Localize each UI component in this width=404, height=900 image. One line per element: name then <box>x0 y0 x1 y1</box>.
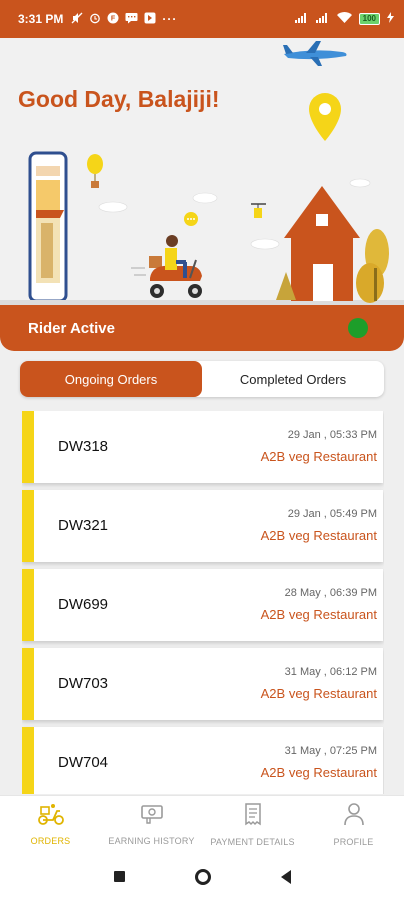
order-date: 29 Jan , 05:49 PM <box>287 508 377 520</box>
app-icon: F <box>107 12 119 27</box>
order-date: 31 May , 07:25 PM <box>284 745 377 757</box>
nav-earning-history-label: EARNING HISTORY <box>108 836 195 846</box>
order-card[interactable]: DW321 29 Jan , 05:49 PM A2B veg Restaura… <box>22 490 383 562</box>
nav-profile[interactable]: PROFILE <box>303 796 404 853</box>
person-icon <box>343 802 365 831</box>
order-card[interactable]: DW703 31 May , 06:12 PM A2B veg Restaura… <box>22 648 383 720</box>
nav-orders-label: ORDERS <box>30 836 71 846</box>
hero-banner: Good Day, Balajiji! <box>0 38 404 306</box>
orders-list: DW318 29 Jan , 05:33 PM A2B veg Restaura… <box>22 411 384 794</box>
recents-button[interactable] <box>113 871 125 882</box>
order-id: DW703 <box>58 675 109 692</box>
back-button[interactable] <box>280 869 291 884</box>
home-button[interactable] <box>194 868 211 885</box>
cash-icon <box>139 803 165 830</box>
more-icon: ··· <box>162 12 178 26</box>
signal-icon <box>294 12 309 26</box>
order-card[interactable]: DW699 28 May , 06:39 PM A2B veg Restaura… <box>22 569 383 641</box>
charging-icon <box>387 12 394 26</box>
order-card[interactable]: DW704 31 May , 07:25 PM A2B veg Restaura… <box>22 727 383 794</box>
order-restaurant: A2B veg Restaurant <box>260 686 377 701</box>
greeting-title: Good Day, Balajiji! <box>18 86 220 112</box>
order-restaurant: A2B veg Restaurant <box>260 607 377 622</box>
order-card[interactable]: DW318 29 Jan , 05:33 PM A2B veg Restaura… <box>22 411 383 483</box>
rider-status-bar: Rider Active <box>0 305 404 351</box>
order-restaurant: A2B veg Restaurant <box>260 449 377 464</box>
order-date: 31 May , 06:12 PM <box>284 666 377 678</box>
signal-icon-2 <box>315 12 330 26</box>
order-restaurant: A2B veg Restaurant <box>260 765 377 780</box>
nav-earning-history[interactable]: EARNING HISTORY <box>101 796 202 853</box>
order-date: 29 Jan , 05:33 PM <box>287 429 377 441</box>
delivery-illustration <box>0 93 404 306</box>
airplane-icon <box>282 38 348 73</box>
alarm-icon <box>89 12 101 27</box>
mute-icon <box>71 12 83 27</box>
nav-profile-label: PROFILE <box>333 837 374 847</box>
order-id: DW704 <box>58 754 109 771</box>
nav-payment-details-label: PAYMENT DETAILS <box>210 837 295 847</box>
tab-ongoing-orders[interactable]: Ongoing Orders <box>20 361 202 397</box>
app-icon-2 <box>144 12 156 27</box>
status-bar: 3:31 PM F ··· 100 <box>0 0 404 38</box>
status-time: 3:31 PM <box>18 12 64 26</box>
receipt-icon <box>242 802 264 831</box>
rider-status-label: Rider Active <box>28 319 115 337</box>
svg-text:F: F <box>111 15 116 22</box>
order-id: DW699 <box>58 596 109 613</box>
order-date: 28 May , 06:39 PM <box>284 587 377 599</box>
rider-active-indicator[interactable] <box>348 318 368 338</box>
order-id: DW318 <box>58 438 109 455</box>
scooter-icon <box>37 803 64 830</box>
order-tabs: Ongoing Orders Completed Orders <box>20 361 384 397</box>
bottom-nav: ORDERS EARNING HISTORY PAYMENT DETAILS P… <box>0 795 404 853</box>
system-nav-bar <box>0 853 404 900</box>
nav-payment-details[interactable]: PAYMENT DETAILS <box>202 796 303 853</box>
status-left-icons: F ··· <box>71 12 177 27</box>
tab-completed-orders[interactable]: Completed Orders <box>202 361 384 397</box>
order-id: DW321 <box>58 517 109 534</box>
message-icon <box>125 12 138 27</box>
nav-orders[interactable]: ORDERS <box>0 796 101 853</box>
status-right-icons: 100 <box>294 12 394 26</box>
battery-icon: 100 <box>358 13 380 25</box>
wifi-icon <box>336 12 352 26</box>
order-restaurant: A2B veg Restaurant <box>260 528 377 543</box>
